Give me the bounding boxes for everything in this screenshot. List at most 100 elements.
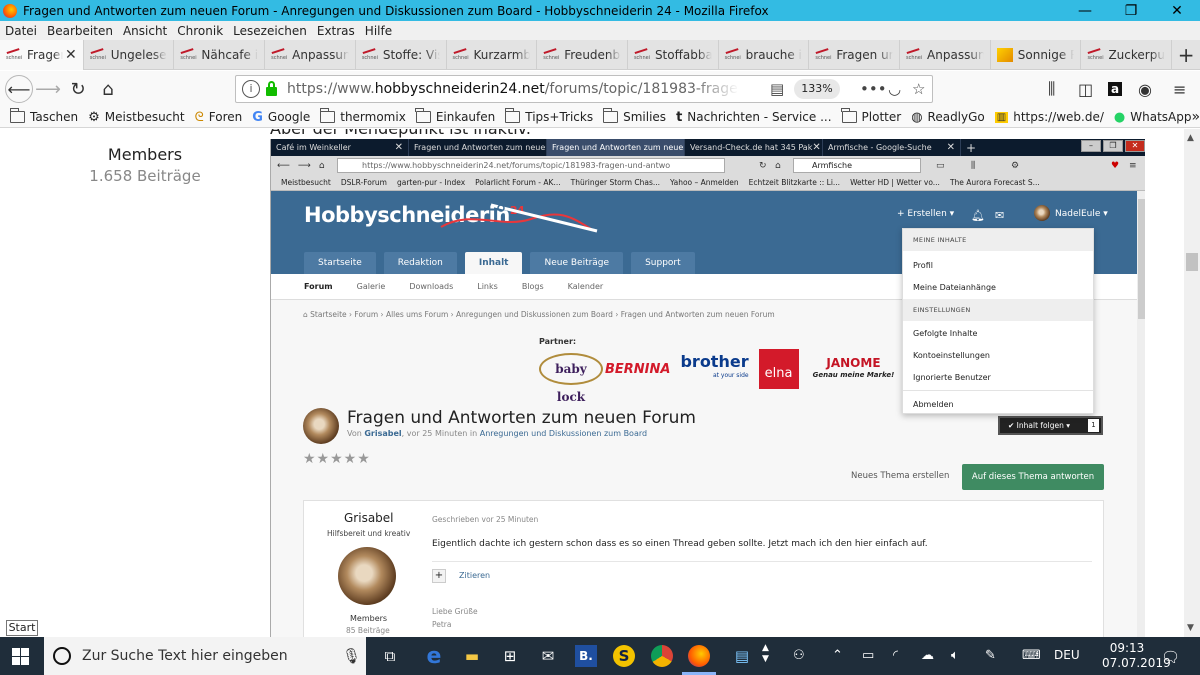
back-button[interactable]: ⟵ bbox=[5, 75, 33, 103]
bookmark-foren[interactable]: ᘓ Foren bbox=[195, 110, 243, 125]
bookmark-smilies[interactable]: Smilies bbox=[602, 108, 666, 124]
subnav-forum: Forum bbox=[304, 282, 333, 291]
keyboard-icon[interactable]: ⌨ bbox=[1022, 648, 1041, 663]
tab-stoffe[interactable]: Stoffe: Visi bbox=[356, 40, 447, 70]
tab-ungelesen[interactable]: Ungelesen bbox=[84, 40, 175, 70]
show-hidden-icons-icon[interactable]: ⌃ bbox=[832, 648, 843, 663]
url-text[interactable]: https://www.hobbyschneiderin24.net/forum… bbox=[287, 81, 739, 97]
tab-kurzarmbl[interactable]: Kurzarmbl bbox=[447, 40, 538, 70]
chrome-icon[interactable] bbox=[651, 645, 673, 667]
messages-envelope-icon: ✉ bbox=[995, 209, 1005, 222]
zoom-level[interactable]: 133% bbox=[794, 79, 840, 99]
bookmark-thermomix[interactable]: thermomix bbox=[319, 108, 406, 124]
library-icon[interactable]: ⫼ bbox=[1048, 71, 1055, 107]
sidebar-icon[interactable]: ◫ bbox=[1078, 71, 1093, 107]
close-window-button[interactable]: ✕ bbox=[1154, 0, 1200, 21]
site-favicon-icon bbox=[906, 48, 922, 62]
shot-scrollbar bbox=[1137, 191, 1145, 637]
lock-icon bbox=[266, 80, 277, 96]
people-icon[interactable]: ⚇ bbox=[793, 648, 805, 663]
tab-naehcafe[interactable]: Nähcafe im bbox=[174, 40, 266, 70]
bookmark-whatsapp[interactable]: ● WhatsApp bbox=[1114, 110, 1192, 125]
hamburger-menu-icon[interactable]: ≡ bbox=[1173, 71, 1186, 107]
mail-client-icon[interactable]: ▤ bbox=[731, 645, 753, 667]
home-button[interactable]: ⌂ bbox=[93, 74, 123, 104]
folder-icon bbox=[415, 108, 431, 123]
dropdown-item-gefolgte: Gefolgte Inhalte bbox=[913, 329, 978, 338]
task-view-icon[interactable]: ⧉ bbox=[379, 645, 401, 667]
site-favicon-icon bbox=[815, 48, 831, 62]
menu-extras[interactable]: Extras bbox=[312, 24, 360, 38]
scroll-up-icon[interactable]: ▲ bbox=[1187, 133, 1194, 143]
action-center-icon[interactable]: 🗨︎ bbox=[1161, 648, 1180, 666]
scroll-down-icon[interactable]: ▼ bbox=[1187, 623, 1194, 633]
page-scrollbar[interactable]: ▲ ▼ bbox=[1184, 129, 1200, 637]
tab-freudenbe[interactable]: Freudenbe bbox=[537, 40, 628, 70]
bookmark-google[interactable]: G Google bbox=[252, 110, 310, 125]
bookmark-star-icon[interactable]: ☆ bbox=[912, 80, 925, 98]
new-tab-button[interactable]: + bbox=[1172, 40, 1200, 69]
subnav-blogs: Blogs bbox=[521, 282, 544, 291]
tab-zuckerpup[interactable]: Zuckerpup bbox=[1081, 40, 1173, 70]
bookmark-readlygo[interactable]: ◍ ReadlyGo bbox=[911, 110, 985, 125]
new-topic-button: Neues Thema erstellen bbox=[851, 471, 950, 481]
minimize-button[interactable]: — bbox=[1062, 0, 1108, 21]
bookmark-plotter[interactable]: Plotter bbox=[841, 108, 901, 124]
page-actions-icon[interactable]: ••• bbox=[860, 80, 887, 98]
info-icon[interactable]: i bbox=[242, 80, 260, 98]
edge-icon[interactable]: e bbox=[423, 644, 445, 669]
tab-fragen-und[interactable]: Fragen und bbox=[809, 40, 901, 70]
reload-button[interactable]: ↻ bbox=[63, 74, 93, 104]
file-explorer-icon[interactable]: ▬ bbox=[461, 645, 483, 667]
bookmark-nachrichten[interactable]: t Nachrichten - Service ... bbox=[676, 110, 831, 125]
tab-brauche[interactable]: brauche ich bbox=[719, 40, 810, 70]
tab-stoffabbau[interactable]: Stoffabbau bbox=[628, 40, 719, 70]
mail-icon[interactable]: ✉ bbox=[537, 645, 559, 667]
tab-fragen-active[interactable]: Fragen✕ bbox=[0, 40, 84, 70]
webde-icon: ▥ bbox=[994, 111, 1009, 123]
store-icon[interactable]: ⊞ bbox=[499, 645, 521, 667]
bookmark-tipstricks[interactable]: Tips+Tricks bbox=[504, 108, 593, 124]
pen-icon[interactable]: ✎ bbox=[985, 648, 996, 663]
url-bar[interactable]: i https://www.hobbyschneiderin24.net/for… bbox=[235, 75, 933, 103]
pocket-icon[interactable]: ◡ bbox=[888, 80, 901, 98]
user-avatar bbox=[1034, 205, 1050, 221]
menu-datei[interactable]: Datei bbox=[0, 24, 42, 38]
battery-icon[interactable]: ▭ bbox=[862, 648, 874, 663]
thread-title: Fragen und Antworten zum neuen Forum bbox=[347, 408, 696, 428]
b-app-icon[interactable]: B. bbox=[575, 645, 597, 667]
menu-chronik[interactable]: Chronik bbox=[172, 24, 228, 38]
bookmark-einkaufen[interactable]: Einkaufen bbox=[415, 108, 495, 124]
bookmark-taschen[interactable]: Taschen bbox=[9, 108, 78, 124]
volume-icon[interactable]: 🔈︎ bbox=[951, 648, 959, 663]
tab-anpassung[interactable]: Anpassung bbox=[265, 40, 356, 70]
bookmark-meistbesucht[interactable]: ⚙ Meistbesucht bbox=[88, 110, 184, 125]
account-icon[interactable]: ◉ bbox=[1138, 71, 1152, 107]
taskbar-search[interactable]: Zur Suche Text hier eingeben 🎙︎ bbox=[44, 637, 366, 675]
tab-sonnige[interactable]: Sonnige R bbox=[991, 40, 1082, 70]
shot-navbar: ⟵ ⟶ ⌂ https://www.hobbyschneiderin24.net… bbox=[271, 156, 1145, 175]
onedrive-cloud-icon[interactable]: ☁ bbox=[921, 648, 934, 663]
close-tab-icon[interactable]: ✕ bbox=[65, 47, 77, 63]
menu-lesezeichen[interactable]: Lesezeichen bbox=[228, 24, 312, 38]
tray-scroll-arrows-icon[interactable]: ▲ ▼ bbox=[762, 643, 769, 665]
menu-bearbeiten[interactable]: Bearbeiten bbox=[42, 24, 118, 38]
input-language[interactable]: DEU bbox=[1054, 648, 1080, 662]
menu-hilfe[interactable]: Hilfe bbox=[360, 24, 397, 38]
scrollbar-thumb[interactable] bbox=[1186, 253, 1198, 271]
microphone-icon[interactable]: 🎙︎ bbox=[342, 647, 361, 665]
bookmark-webde[interactable]: ▥ https://web.de/ bbox=[994, 110, 1104, 124]
restore-button[interactable]: ❐ bbox=[1108, 0, 1154, 21]
shot-search-box: Armfische bbox=[793, 158, 921, 173]
menu-ansicht[interactable]: Ansicht bbox=[118, 24, 172, 38]
forward-button[interactable]: ⟶ bbox=[33, 74, 63, 104]
more-bookmarks-icon[interactable]: » bbox=[1191, 109, 1200, 125]
wifi-icon[interactable]: ◜ bbox=[893, 648, 898, 663]
clock[interactable]: 09:13 07.07.2019 bbox=[1102, 641, 1171, 671]
windows-start-icon[interactable] bbox=[12, 648, 29, 665]
s-app-icon[interactable]: S bbox=[613, 645, 635, 667]
tab-anpassung-2[interactable]: Anpassung bbox=[900, 40, 991, 70]
amazon-icon[interactable]: a bbox=[1108, 71, 1123, 107]
reader-view-icon[interactable]: ▤ bbox=[770, 80, 784, 98]
firefox-taskbar-icon[interactable] bbox=[688, 645, 710, 667]
